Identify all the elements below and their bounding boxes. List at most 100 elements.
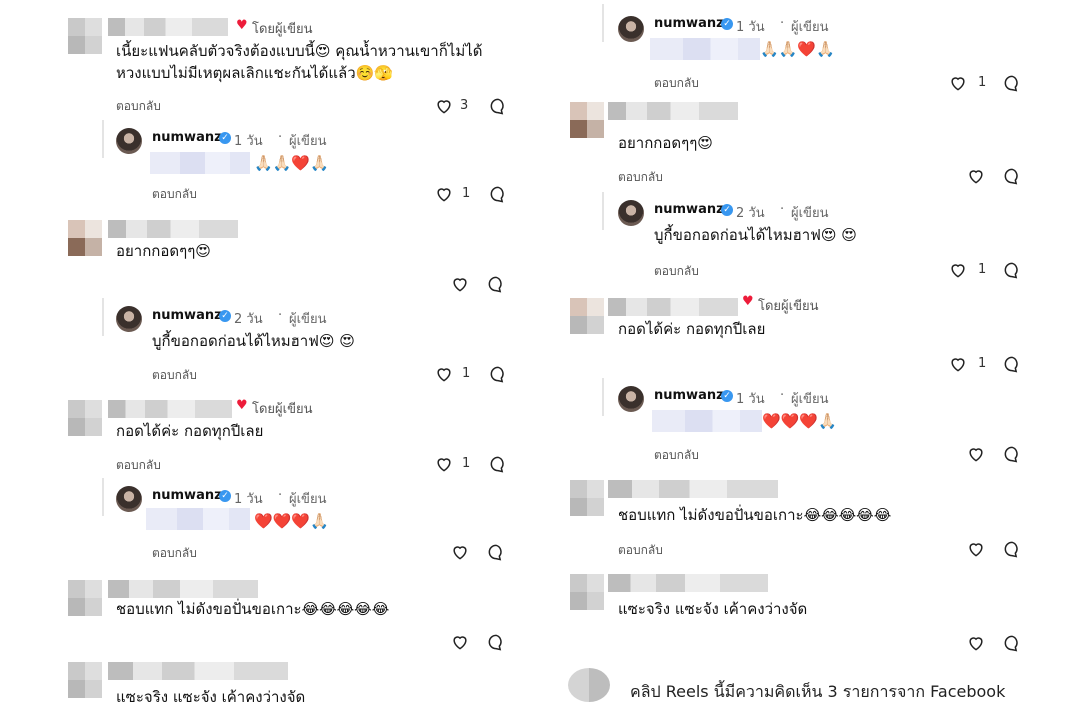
reply-button[interactable]: ตอบกลับ bbox=[152, 544, 197, 563]
speech-bubble-icon[interactable] bbox=[1002, 260, 1022, 280]
comment-text: แซะจริง แซะจัง เค้าคงว่างจัด bbox=[116, 688, 306, 706]
heart-outline-icon[interactable] bbox=[966, 539, 986, 559]
username[interactable]: numwanz bbox=[152, 130, 222, 145]
blurred-avatar bbox=[68, 220, 102, 238]
like-count: 3 bbox=[460, 98, 469, 113]
heart-outline-icon[interactable] bbox=[434, 184, 454, 204]
avatar[interactable] bbox=[116, 306, 142, 332]
heart-outline-icon[interactable] bbox=[948, 354, 968, 374]
verified-badge-icon: ✓ bbox=[219, 132, 231, 144]
blurred-avatar bbox=[68, 400, 102, 418]
blurred-avatar bbox=[570, 498, 604, 516]
avatar[interactable] bbox=[618, 386, 644, 412]
blurred-username bbox=[108, 18, 228, 36]
heart-outline-icon[interactable] bbox=[948, 260, 968, 280]
reply-text: ❤️❤️❤️🙏🏻 bbox=[254, 512, 329, 530]
speech-bubble-icon[interactable] bbox=[488, 96, 508, 116]
heart-outline-icon[interactable] bbox=[966, 444, 986, 464]
speech-bubble-icon[interactable] bbox=[486, 274, 506, 294]
blurred-avatar bbox=[570, 592, 604, 610]
comment-text: กอดได้ค่ะ กอดทุกปีเลย bbox=[116, 422, 264, 440]
separator: · bbox=[780, 388, 785, 403]
author-liked-heart-icon: ♥ bbox=[236, 18, 248, 33]
reply-button[interactable]: ตอบกลับ bbox=[116, 97, 161, 116]
avatar[interactable] bbox=[618, 16, 644, 42]
comments-column-right: numwanz ✓ 1 วัน · ผู้เขียน 🙏🏻🙏🏻❤️🙏🏻 ตอบก… bbox=[568, 0, 1068, 720]
username[interactable]: numwanz bbox=[152, 488, 222, 503]
author-liked-heart-icon: ♥ bbox=[742, 294, 754, 309]
blurred-avatar bbox=[570, 574, 604, 592]
username[interactable]: numwanz bbox=[654, 388, 724, 403]
heart-outline-icon[interactable] bbox=[966, 166, 986, 186]
reply-button[interactable]: ตอบกลับ bbox=[654, 262, 699, 281]
thread-line bbox=[102, 120, 104, 158]
reply-text: บูกี้ขอกอดก่อนได้ไหมฮาฟ😍 😍 bbox=[654, 226, 857, 244]
speech-bubble-icon[interactable] bbox=[1002, 539, 1022, 559]
blurred-avatar bbox=[570, 316, 604, 334]
verified-badge-icon: ✓ bbox=[721, 204, 733, 216]
blurred-avatar bbox=[570, 298, 604, 316]
comment-text: อยากกอดๆๆ😍 bbox=[618, 134, 713, 152]
heart-outline-icon[interactable] bbox=[434, 96, 454, 116]
blurred-avatar bbox=[570, 120, 604, 138]
username[interactable]: numwanz bbox=[152, 308, 222, 323]
heart-outline-icon[interactable] bbox=[434, 454, 454, 474]
speech-bubble-icon[interactable] bbox=[1002, 166, 1022, 186]
verified-badge-icon: ✓ bbox=[219, 490, 231, 502]
heart-outline-icon[interactable] bbox=[434, 364, 454, 384]
separator: · bbox=[780, 16, 785, 31]
heart-outline-icon[interactable] bbox=[450, 274, 470, 294]
avatar[interactable] bbox=[116, 128, 142, 154]
blurred-username bbox=[608, 480, 778, 498]
comment-text: หวงแบบไม่มีเหตุผลเลิกแชะกันได้แล้ว☺️🫣 bbox=[116, 64, 393, 82]
heart-outline-icon[interactable] bbox=[966, 633, 986, 653]
blurred-username bbox=[108, 580, 258, 598]
reply-button[interactable]: ตอบกลับ bbox=[152, 366, 197, 385]
blurred-username bbox=[108, 400, 232, 418]
speech-bubble-icon[interactable] bbox=[1002, 444, 1022, 464]
speech-bubble-icon[interactable] bbox=[1002, 633, 1022, 653]
like-count: 1 bbox=[978, 262, 987, 277]
heart-outline-icon[interactable] bbox=[450, 632, 470, 652]
author-tag: ผู้เขียน bbox=[791, 392, 829, 407]
thread-line bbox=[102, 298, 104, 336]
avatar[interactable] bbox=[618, 200, 644, 226]
reply-button[interactable]: ตอบกลับ bbox=[116, 456, 161, 475]
reply-button[interactable]: ตอบกลับ bbox=[152, 185, 197, 204]
separator: · bbox=[278, 308, 283, 323]
avatar[interactable] bbox=[116, 486, 142, 512]
separator: · bbox=[278, 130, 283, 145]
verified-badge-icon: ✓ bbox=[721, 18, 733, 30]
reply-text: ❤️❤️❤️🙏🏻 bbox=[762, 412, 837, 430]
username[interactable]: numwanz bbox=[654, 16, 724, 31]
separator: · bbox=[278, 488, 283, 503]
reply-button[interactable]: ตอบกลับ bbox=[654, 446, 699, 465]
speech-bubble-icon[interactable] bbox=[488, 364, 508, 384]
speech-bubble-icon[interactable] bbox=[488, 454, 508, 474]
reply-button[interactable]: ตอบกลับ bbox=[618, 168, 663, 187]
timestamp: 2 วัน bbox=[736, 206, 765, 221]
speech-bubble-icon[interactable] bbox=[1002, 73, 1022, 93]
verified-badge-icon: ✓ bbox=[721, 390, 733, 402]
heart-outline-icon[interactable] bbox=[948, 73, 968, 93]
speech-bubble-icon[interactable] bbox=[486, 632, 506, 652]
reply-button[interactable]: ตอบกลับ bbox=[618, 541, 663, 560]
blurred-username bbox=[108, 662, 288, 680]
reply-button[interactable]: ตอบกลับ bbox=[654, 74, 699, 93]
username[interactable]: numwanz bbox=[654, 202, 724, 217]
thread-line bbox=[102, 478, 104, 516]
speech-bubble-icon[interactable] bbox=[1002, 354, 1022, 374]
blurred-avatar bbox=[570, 102, 604, 120]
liked-by-author-label: โดยผู้เขียน bbox=[252, 22, 313, 37]
verified-badge-icon: ✓ bbox=[219, 310, 231, 322]
speech-bubble-icon[interactable] bbox=[486, 542, 506, 562]
comments-column-left: ♥ โดยผู้เขียน เนี้ยะแฟนคลับตัวจริงต้องแบ… bbox=[58, 0, 558, 720]
footer-text[interactable]: คลิป Reels นี้มีความคิดเห็น 3 รายการจาก … bbox=[630, 680, 1005, 705]
thread-line bbox=[602, 192, 604, 230]
blurred-mention bbox=[146, 508, 250, 530]
heart-outline-icon[interactable] bbox=[450, 542, 470, 562]
blurred-mention bbox=[650, 38, 760, 60]
blurred-avatar bbox=[68, 580, 102, 598]
speech-bubble-icon[interactable] bbox=[488, 184, 508, 204]
like-count: 1 bbox=[462, 366, 471, 381]
